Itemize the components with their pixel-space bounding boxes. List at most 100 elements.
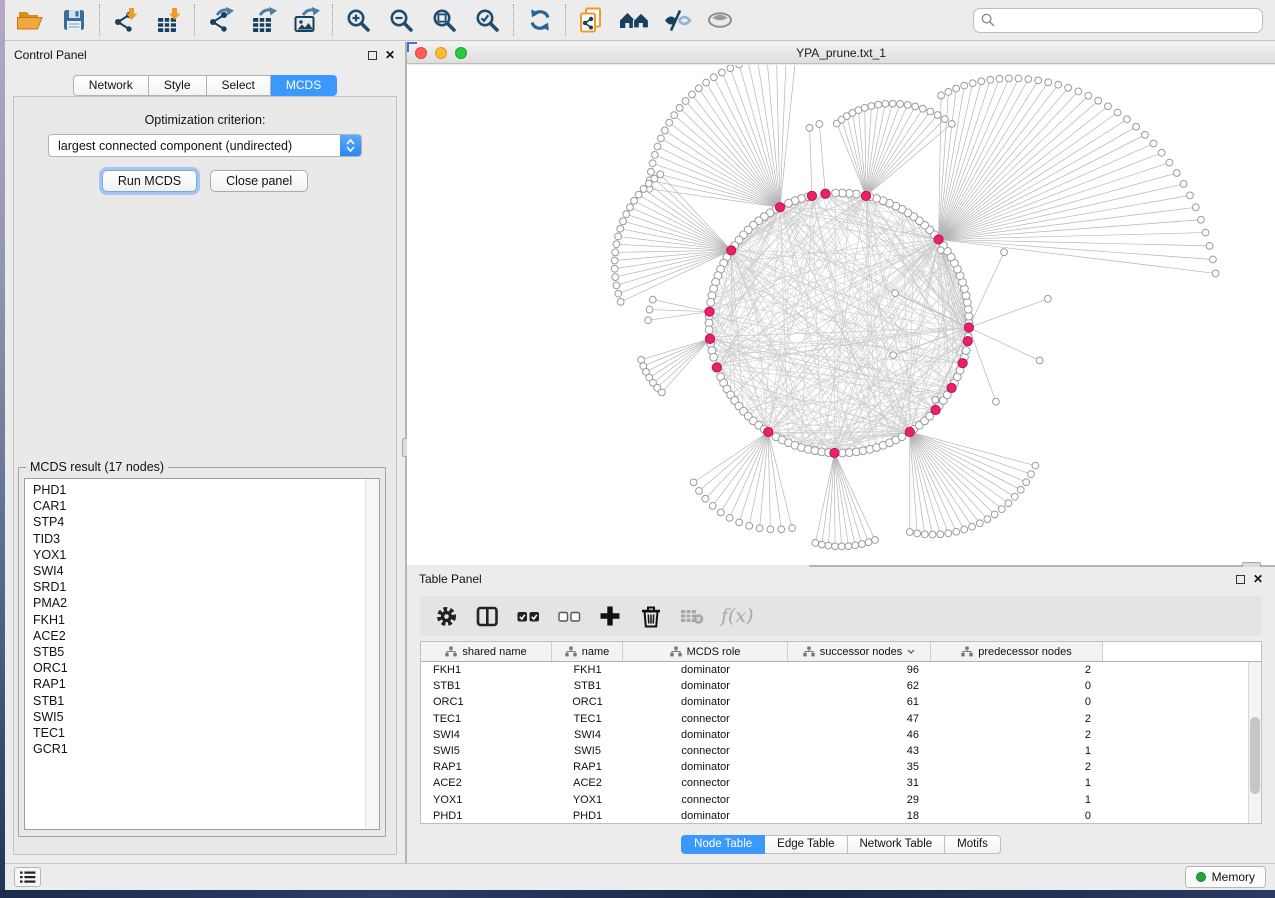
- mcds-result-item[interactable]: ORC1: [33, 660, 379, 676]
- memory-button[interactable]: Memory: [1185, 866, 1266, 888]
- show-columns-button[interactable]: [475, 602, 499, 630]
- table-row[interactable]: FKH1FKH1dominator962: [421, 662, 1261, 678]
- search-field[interactable]: [973, 8, 1263, 33]
- table-mode-gear-button[interactable]: [434, 602, 458, 630]
- import-network-button[interactable]: [104, 2, 147, 38]
- mcds-result-item[interactable]: STB5: [33, 644, 379, 660]
- control-panel-header: Control Panel ✕: [5, 42, 405, 68]
- mcds-result-item[interactable]: YOX1: [33, 547, 379, 563]
- show-details-button[interactable]: [699, 2, 742, 38]
- mcds-result-item[interactable]: CAR1: [33, 498, 379, 514]
- import-table-button[interactable]: [147, 2, 190, 38]
- open-file-button[interactable]: [9, 2, 52, 38]
- cell-name: ORC1: [552, 696, 623, 708]
- cell-shared_name: YOX1: [421, 794, 552, 806]
- table-scrollbar[interactable]: [1248, 662, 1261, 823]
- save-session-icon: [62, 8, 86, 32]
- toolbar-separator: [99, 4, 100, 36]
- hide-details-icon: [663, 9, 693, 32]
- column-header-predecessor-nodes[interactable]: predecessor nodes: [931, 642, 1103, 661]
- table-row[interactable]: ORC1ORC1dominator610: [421, 694, 1261, 710]
- task-history-button[interactable]: [14, 867, 41, 887]
- mcds-result-item[interactable]: SWI4: [33, 563, 379, 579]
- table-tabs: Node Table Edge Table Network Table Moti…: [407, 835, 1275, 854]
- table-row[interactable]: STB1STB1dominator620: [421, 678, 1261, 694]
- optimization-criterion-value: largest connected component (undirected): [58, 139, 292, 153]
- optimization-criterion-select[interactable]: largest connected component (undirected): [48, 134, 362, 157]
- table-row[interactable]: PHD1PHD1dominator180: [421, 808, 1261, 824]
- close-panel-button[interactable]: Close panel: [210, 170, 308, 192]
- window-close-icon[interactable]: [415, 47, 427, 59]
- close-panel-icon[interactable]: ✕: [385, 50, 395, 60]
- mcds-result-item[interactable]: PHD1: [33, 482, 379, 498]
- node-table[interactable]: shared namenameMCDS rolesuccessor nodesp…: [420, 641, 1262, 824]
- export-table-icon: [250, 7, 278, 34]
- tab-node-table[interactable]: Node Table: [681, 835, 765, 854]
- cell-mcds_role: dominator: [623, 680, 788, 692]
- mcds-result-item[interactable]: TID3: [33, 531, 379, 547]
- column-header-successor-nodes[interactable]: successor nodes: [788, 642, 931, 661]
- table-row[interactable]: RAP1RAP1dominator352: [421, 759, 1261, 775]
- zoom-out-button[interactable]: [380, 2, 423, 38]
- tab-mcds[interactable]: MCDS: [271, 75, 337, 96]
- mcds-result-item[interactable]: RAP1: [33, 676, 379, 692]
- zoom-in-button[interactable]: [337, 2, 380, 38]
- refresh-icon: [527, 7, 553, 33]
- mcds-result-item[interactable]: SRD1: [33, 579, 379, 595]
- refresh-button[interactable]: [518, 2, 561, 38]
- mcds-result-item[interactable]: PMA2: [33, 595, 379, 611]
- tab-edge-table[interactable]: Edge Table: [765, 835, 847, 854]
- mcds-result-item[interactable]: STB1: [33, 693, 379, 709]
- search-input[interactable]: [1000, 13, 1255, 27]
- run-mcds-button[interactable]: Run MCDS: [102, 170, 197, 192]
- mcds-result-item[interactable]: GCR1: [33, 741, 379, 757]
- mcds-result-item[interactable]: ACE2: [33, 628, 379, 644]
- table-row[interactable]: ACE2ACE2connector311: [421, 775, 1261, 791]
- table-row[interactable]: SWI4SWI4dominator462: [421, 727, 1261, 743]
- cell-name: RAP1: [552, 761, 623, 773]
- clone-network-button[interactable]: [570, 2, 613, 38]
- export-table-button[interactable]: [242, 2, 285, 38]
- tab-network-table[interactable]: Network Table: [848, 835, 946, 854]
- houses-button[interactable]: [613, 2, 656, 38]
- table-row[interactable]: SWI5SWI5connector431: [421, 743, 1261, 759]
- tab-select[interactable]: Select: [207, 75, 271, 96]
- list-icon: [20, 871, 36, 883]
- mcds-result-item[interactable]: TEC1: [33, 725, 379, 741]
- mcds-list-scrollbar[interactable]: [365, 479, 379, 829]
- export-image-button[interactable]: [285, 2, 328, 38]
- table-row[interactable]: YOX1YOX1connector291: [421, 792, 1261, 808]
- table-scrollbar-thumb[interactable]: [1250, 717, 1260, 794]
- select-all-columns-button[interactable]: [516, 602, 540, 630]
- network-leaf-nodes[interactable]: [611, 65, 1219, 550]
- tab-style[interactable]: Style: [149, 75, 207, 96]
- hide-details-button[interactable]: [656, 2, 699, 38]
- mcds-result-list[interactable]: PHD1CAR1STP4TID3YOX1SWI4SRD1PMA2FKH1ACE2…: [24, 478, 380, 830]
- column-sort-icon: [961, 646, 973, 657]
- new-column-button[interactable]: [598, 602, 622, 630]
- window-minimize-icon[interactable]: [435, 47, 447, 59]
- mcds-result-item[interactable]: STP4: [33, 514, 379, 530]
- column-header-shared-name[interactable]: shared name: [421, 642, 552, 661]
- zoom-fit-button[interactable]: [423, 2, 466, 38]
- delete-columns-button[interactable]: [639, 602, 663, 630]
- network-view-titlebar[interactable]: YPA_prune.txt_1: [407, 42, 1275, 64]
- window-maximize-icon[interactable]: [455, 47, 467, 59]
- table-row[interactable]: TEC1TEC1connector472: [421, 711, 1261, 727]
- export-network-button[interactable]: [199, 2, 242, 38]
- mcds-result-item[interactable]: FKH1: [33, 612, 379, 628]
- save-session-button[interactable]: [52, 2, 95, 38]
- tab-motifs[interactable]: Motifs: [945, 835, 1001, 854]
- tab-network[interactable]: Network: [73, 75, 149, 96]
- float-window-icon[interactable]: [368, 51, 377, 60]
- column-header-MCDS-role[interactable]: MCDS role: [623, 642, 788, 661]
- zoom-selected-button[interactable]: [466, 2, 509, 38]
- column-header-name[interactable]: name: [552, 642, 623, 661]
- network-canvas[interactable]: [407, 65, 1275, 565]
- table-close-panel-icon[interactable]: ✕: [1253, 574, 1263, 584]
- unselect-all-columns-icon: [558, 606, 581, 627]
- unselect-all-columns-button[interactable]: [557, 602, 581, 630]
- table-float-window-icon[interactable]: [1236, 575, 1245, 584]
- new-column-icon: [599, 605, 621, 627]
- mcds-result-item[interactable]: SWI5: [33, 709, 379, 725]
